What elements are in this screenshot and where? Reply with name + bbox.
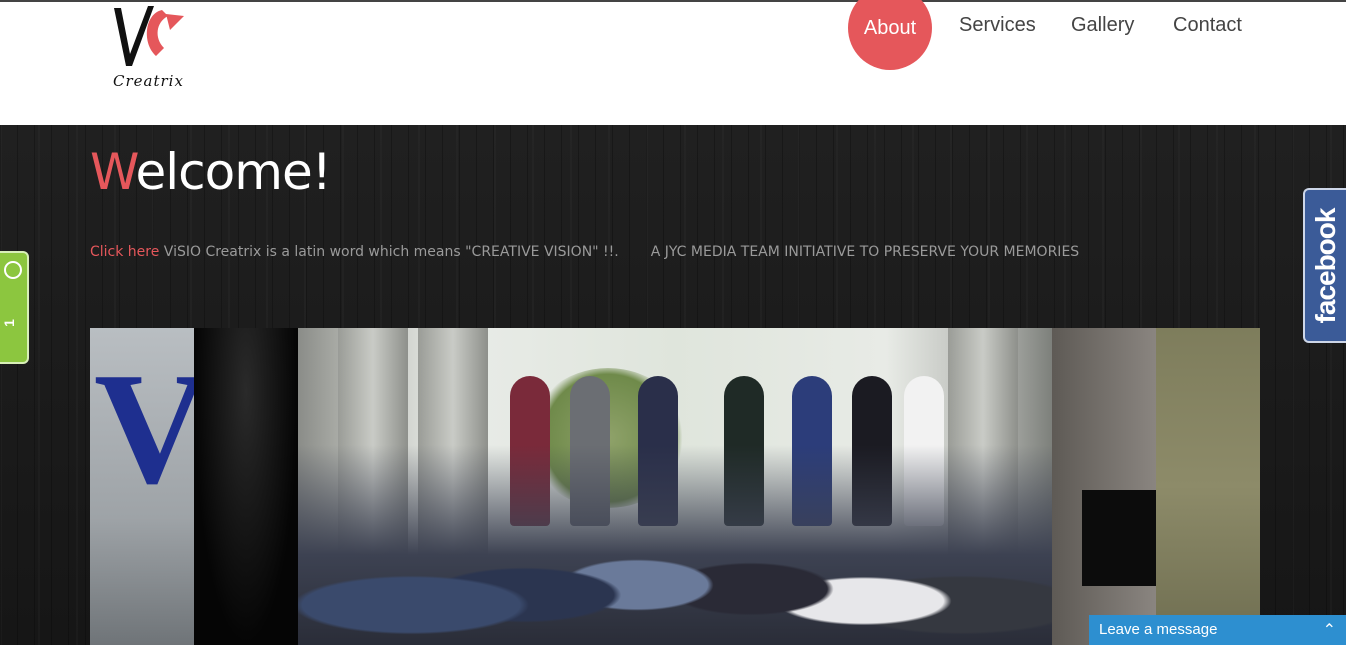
nav-item-gallery[interactable]: Gallery: [1071, 14, 1134, 37]
slice-letter-graphic: V: [94, 339, 210, 517]
chevron-up-icon[interactable]: ⌃: [1323, 620, 1336, 640]
slider-slice: [1052, 328, 1156, 645]
site-header: V.ISIO Creatrix About Services Gallery C…: [0, 0, 1346, 125]
chat-bar[interactable]: Leave a message ⌃: [1089, 615, 1346, 645]
side-widget[interactable]: 1: [0, 251, 29, 364]
photo-crowd: [298, 445, 1052, 645]
initiative-text: A JYC MEDIA TEAM INITIATIVE TO PRESERVE …: [650, 244, 1080, 260]
logo-wordmark: Creatrix: [113, 72, 184, 90]
tagline-text: ViSIO Creatrix is a latin word which mea…: [159, 244, 619, 260]
slider-slice: [194, 328, 298, 645]
welcome-rest: elcome!: [135, 143, 332, 201]
slider-slice: [1156, 328, 1260, 645]
tagline: Click here ViSIO Creatrix is a latin wor…: [90, 244, 1079, 260]
chat-label: Leave a message: [1099, 621, 1218, 638]
nav-item-services[interactable]: Services: [959, 14, 1036, 37]
widget-icon: [4, 261, 22, 279]
group-photo: [298, 328, 1052, 645]
welcome-heading: Welcome!: [90, 143, 332, 201]
facebook-label: facebook: [1309, 208, 1341, 323]
click-here-link[interactable]: Click here: [90, 244, 159, 260]
facebook-tab[interactable]: facebook: [1303, 188, 1346, 343]
widget-number: 1: [0, 319, 17, 327]
nav-item-contact[interactable]: Contact: [1173, 14, 1242, 37]
image-slider[interactable]: V: [90, 328, 1260, 645]
welcome-first-letter: W: [90, 143, 137, 201]
nav-item-about[interactable]: About: [848, 0, 932, 70]
slider-slice: V: [90, 328, 210, 645]
